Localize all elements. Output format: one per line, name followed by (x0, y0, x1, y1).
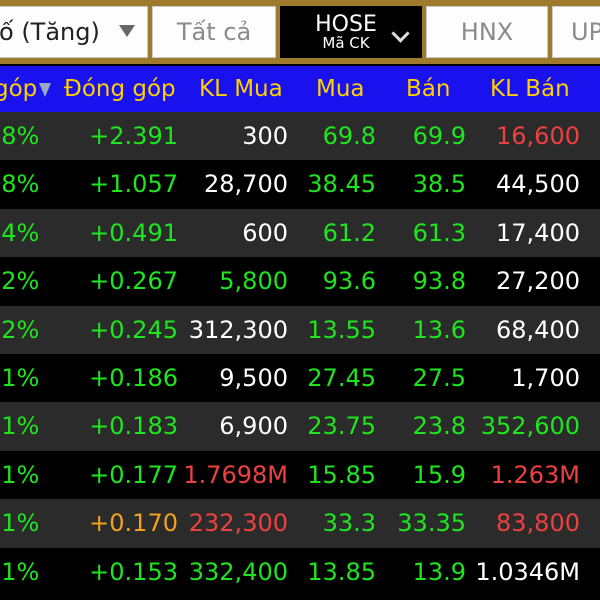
cell-mua: 38.45 (307, 170, 376, 199)
cell-ban: 23.8 (412, 412, 466, 441)
table-row[interactable]: 01% +0.170 232,300 33.3 33.35 83,800 (0, 499, 600, 548)
sort-desc-icon (39, 82, 52, 97)
cell-kl-mua: 1.7698M (183, 460, 288, 489)
cell-kl-mua: 312,300 (188, 315, 288, 344)
cell-kl-mua: 300 (242, 122, 288, 150)
cell-dong-gop: +0.267 (89, 267, 178, 296)
cell-dong-gop: +1.057 (89, 170, 178, 199)
cell-kl-mua: 9,500 (219, 363, 288, 392)
cell-dong-gop: +0.170 (89, 509, 178, 538)
cell-ban: 93.8 (412, 267, 466, 296)
cell-mua: 13.55 (307, 315, 376, 344)
cell-mua: 33.3 (322, 509, 376, 538)
cell-ban: 61.3 (412, 218, 466, 247)
cell-gop: 01% (0, 460, 40, 489)
cell-ban: 27.5 (412, 363, 466, 392)
cell-dong-gop: +0.177 (89, 460, 178, 489)
table-header: góp Đóng góp KL Mua Mua Bán KL Bán (0, 66, 600, 112)
cell-ban: 69.9 (412, 122, 466, 150)
sort-select[interactable]: ố (Tăng) (0, 6, 148, 58)
hose-sublabel: Mã CK (322, 33, 370, 52)
cell-kl-mua: 5,800 (219, 267, 288, 296)
cell-gop: 01% (0, 557, 40, 586)
header-ban[interactable]: Bán (406, 66, 450, 112)
cell-kl-mua: 232,300 (188, 509, 288, 538)
table-row[interactable]: 02% +0.267 5,800 93.6 93.8 27,200 (0, 257, 600, 305)
cell-kl-ban: 68,400 (496, 315, 580, 344)
header-mua[interactable]: Mua (316, 66, 365, 112)
cell-kl-ban: 16,600 (496, 122, 580, 150)
cell-mua: 23.75 (307, 412, 376, 441)
hose-label: HOSE (315, 11, 377, 37)
cell-mua: 61.2 (322, 218, 376, 247)
dropdown-arrow-icon (119, 25, 135, 37)
cell-dong-gop: +0.153 (89, 557, 178, 586)
table-row[interactable]: 01% +0.186 9,500 27.45 27.5 1,700 (0, 354, 600, 402)
cell-kl-mua: 28,700 (204, 170, 288, 199)
cell-gop: 02% (0, 267, 40, 296)
cell-mua: 13.85 (307, 557, 376, 586)
cell-ban: 33.35 (397, 509, 466, 538)
cell-dong-gop: +0.183 (89, 412, 178, 441)
cell-mua: 27.45 (307, 363, 376, 392)
cell-kl-mua: 6,900 (219, 412, 288, 441)
filter-bar: ố (Tăng) Tất cả HOSE Mã CK HNX UP (0, 0, 600, 64)
cell-kl-mua: 600 (242, 218, 288, 247)
header-gop[interactable]: góp (0, 66, 52, 112)
cell-gop: 01% (0, 412, 40, 441)
exchange-hnx-button[interactable]: HNX (426, 6, 548, 58)
cell-ban: 13.6 (412, 315, 466, 344)
sort-select-value: ố (Tăng) (0, 18, 100, 46)
cell-gop: 18% (0, 122, 40, 150)
stock-board: ố (Tăng) Tất cả HOSE Mã CK HNX UP góp Đó… (0, 0, 600, 600)
table-row[interactable]: 01% +0.177 1.7698M 15.85 15.9 1.263M (0, 451, 600, 499)
cell-gop: 01% (0, 363, 40, 392)
cell-ban: 38.5 (412, 170, 466, 199)
cell-kl-ban: 1.0346M (475, 557, 580, 586)
table-row[interactable]: 01% +0.153 332,400 13.85 13.9 1.0346M (0, 548, 600, 596)
cell-kl-ban: 1.263M (490, 460, 580, 489)
table-row[interactable]: 04% +0.491 600 61.2 61.3 17,400 (0, 208, 600, 258)
cell-gop: 02% (0, 315, 40, 344)
table-row[interactable]: 18% +2.391 300 69.8 69.9 16,600 (0, 112, 600, 161)
cell-dong-gop: +0.245 (89, 315, 178, 344)
cell-dong-gop: +0.186 (89, 363, 178, 392)
filter-all-button[interactable]: Tất cả (152, 6, 276, 58)
cell-kl-ban: 44,500 (496, 170, 580, 199)
cell-gop: 04% (0, 218, 40, 247)
cell-kl-ban: 27,200 (496, 267, 580, 296)
cell-kl-mua: 332,400 (188, 557, 288, 586)
table-row[interactable]: 01% +0.183 6,900 23.75 23.8 352,600 (0, 402, 600, 451)
header-kl-mua[interactable]: KL Mua (199, 66, 283, 112)
cell-mua: 69.8 (322, 122, 376, 150)
cell-kl-ban: 352,600 (480, 412, 580, 441)
cell-kl-ban: 1,700 (511, 363, 580, 392)
header-kl-ban[interactable]: KL Bán (490, 66, 570, 112)
cell-dong-gop: +2.391 (89, 122, 178, 150)
cell-ban: 15.9 (412, 460, 466, 489)
header-gop-label: góp (0, 76, 38, 102)
header-dong-gop[interactable]: Đóng góp (64, 66, 176, 112)
cell-gop: 01% (0, 509, 40, 538)
cell-ban: 13.9 (412, 557, 466, 586)
exchange-upcom-button[interactable]: UP (552, 6, 600, 58)
cell-kl-ban: 17,400 (496, 218, 580, 247)
table-row[interactable]: 08% +1.057 28,700 38.45 38.5 44,500 (0, 160, 600, 208)
chevron-down-icon (391, 24, 410, 43)
exchange-hose-dropdown[interactable]: HOSE Mã CK (280, 6, 422, 58)
table-body: 18% +2.391 300 69.8 69.9 16,600 08% +1.0… (0, 112, 600, 596)
cell-dong-gop: +0.491 (89, 218, 178, 247)
cell-gop: 08% (0, 170, 40, 199)
cell-mua: 15.85 (307, 460, 376, 489)
cell-kl-ban: 83,800 (496, 509, 580, 538)
cell-mua: 93.6 (322, 267, 376, 296)
table-row[interactable]: 02% +0.245 312,300 13.55 13.6 68,400 (0, 305, 600, 354)
